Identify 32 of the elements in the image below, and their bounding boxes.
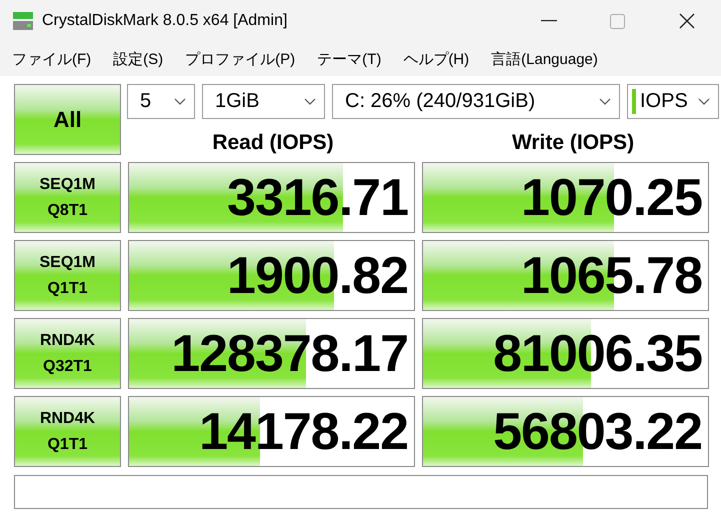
maximize-icon	[610, 14, 625, 28]
write-value: 1070.25	[521, 168, 702, 228]
menu-item[interactable]: テーマ(T)	[311, 50, 388, 68]
menu-item[interactable]: ヘルプ(H)	[397, 50, 476, 68]
dropdown[interactable]: C: 26% (240/931GiB)	[332, 84, 620, 119]
test-button[interactable]: SEQ1M Q1T1	[14, 240, 121, 311]
disk-icon	[12, 11, 34, 31]
minimize-icon	[540, 20, 556, 22]
write-value: 56803.22	[493, 402, 702, 462]
write-value: 81006.35	[493, 324, 702, 384]
menu-item[interactable]: 設定(S)	[107, 50, 170, 68]
menu-item[interactable]: プロファイル(P)	[179, 50, 302, 68]
comment-field[interactable]	[14, 475, 708, 509]
close-icon	[678, 13, 694, 29]
caret-icon	[304, 98, 316, 105]
caret-icon	[599, 98, 611, 105]
menu-item[interactable]: 言語(Language)	[485, 50, 604, 68]
test-button[interactable]: RND4K Q1T1	[14, 396, 121, 467]
column-header: Read (IOPS)	[212, 131, 334, 155]
caret-icon	[174, 98, 186, 105]
read-value: 14178.22	[199, 402, 408, 462]
dropdown[interactable]: 1GiB	[202, 84, 325, 119]
column-header: Write (IOPS)	[512, 131, 634, 155]
dropdown[interactable]: IOPS	[627, 84, 719, 119]
all-button[interactable]: All	[14, 84, 121, 155]
test-button[interactable]: RND4K Q32T1	[14, 318, 121, 389]
dropdown[interactable]: 5	[127, 84, 195, 119]
caret-icon	[698, 98, 710, 105]
write-value: 1065.78	[521, 246, 702, 306]
test-button[interactable]: SEQ1M Q8T1	[14, 162, 121, 233]
window-title: CrystalDiskMark 8.0.5 x64 [Admin]	[42, 12, 288, 30]
menu-item[interactable]: ファイル(F)	[6, 50, 98, 68]
